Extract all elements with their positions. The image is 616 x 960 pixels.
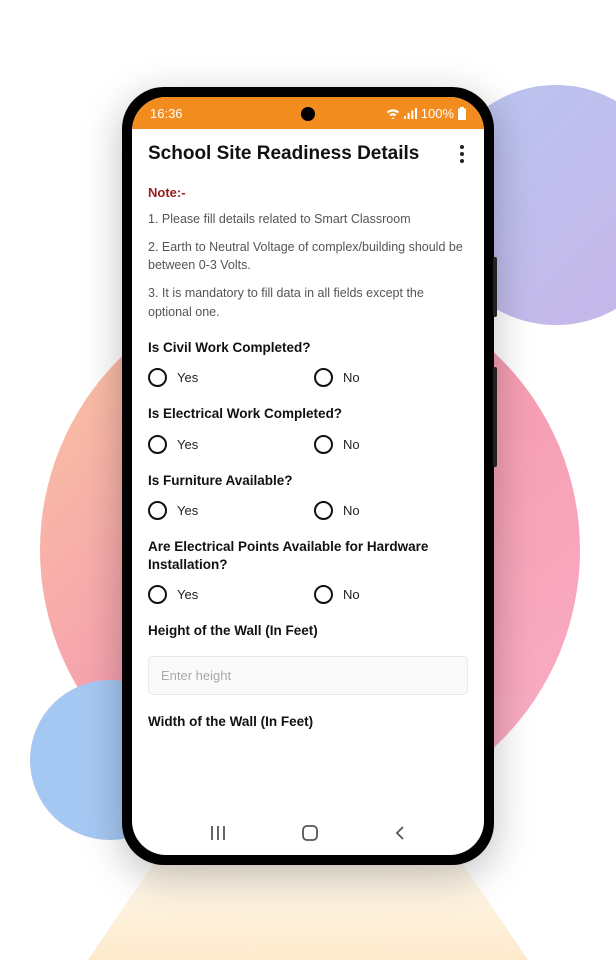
question-electrical-points: Are Electrical Points Available for Hard… — [148, 538, 468, 573]
input-wall-height[interactable] — [148, 656, 468, 695]
note-item-3: 3. It is mandatory to fill data in all f… — [148, 284, 468, 320]
nav-back-button[interactable] — [393, 824, 407, 842]
question-furniture: Is Furniture Available? — [148, 472, 468, 490]
page-title: School Site Readiness Details — [148, 143, 419, 165]
note-label: Note:- — [148, 185, 468, 200]
battery-icon — [458, 107, 466, 120]
label-wall-width: Width of the Wall (In Feet) — [148, 713, 468, 731]
form-content: Note:- 1. Please fill details related to… — [132, 179, 484, 811]
radio-label: No — [343, 370, 360, 385]
nav-recents-button[interactable] — [209, 824, 227, 842]
question-civil-work: Is Civil Work Completed? — [148, 339, 468, 357]
status-battery: 100% — [421, 106, 454, 121]
radio-label: No — [343, 587, 360, 602]
phone-frame: 16:36 100% School Site Readiness Details — [122, 87, 494, 865]
status-time: 16:36 — [150, 106, 183, 121]
radio-icon — [148, 501, 167, 520]
radio-electrical-no[interactable]: No — [314, 435, 468, 454]
app-header: School Site Readiness Details — [132, 129, 484, 179]
nav-bar — [132, 811, 484, 855]
more-menu-icon[interactable] — [456, 141, 468, 167]
radio-label: Yes — [177, 503, 198, 518]
radio-icon — [148, 368, 167, 387]
radio-label: Yes — [177, 587, 198, 602]
radio-icon — [314, 368, 333, 387]
radio-icon — [148, 585, 167, 604]
radio-furniture-yes[interactable]: Yes — [148, 501, 302, 520]
signal-icon — [404, 108, 417, 119]
radio-points-no[interactable]: No — [314, 585, 468, 604]
radio-icon — [314, 501, 333, 520]
radio-label: No — [343, 503, 360, 518]
radio-icon — [314, 435, 333, 454]
note-item-2: 2. Earth to Neutral Voltage of complex/b… — [148, 238, 468, 274]
label-wall-height: Height of the Wall (In Feet) — [148, 622, 468, 640]
radio-icon — [148, 435, 167, 454]
radio-electrical-yes[interactable]: Yes — [148, 435, 302, 454]
radio-points-yes[interactable]: Yes — [148, 585, 302, 604]
nav-home-button[interactable] — [301, 824, 319, 842]
radio-civil-yes[interactable]: Yes — [148, 368, 302, 387]
radio-label: Yes — [177, 370, 198, 385]
radio-label: Yes — [177, 437, 198, 452]
question-electrical-work: Is Electrical Work Completed? — [148, 405, 468, 423]
radio-civil-no[interactable]: No — [314, 368, 468, 387]
wifi-icon — [386, 108, 400, 119]
radio-label: No — [343, 437, 360, 452]
note-item-1: 1. Please fill details related to Smart … — [148, 210, 468, 228]
radio-furniture-no[interactable]: No — [314, 501, 468, 520]
radio-icon — [314, 585, 333, 604]
